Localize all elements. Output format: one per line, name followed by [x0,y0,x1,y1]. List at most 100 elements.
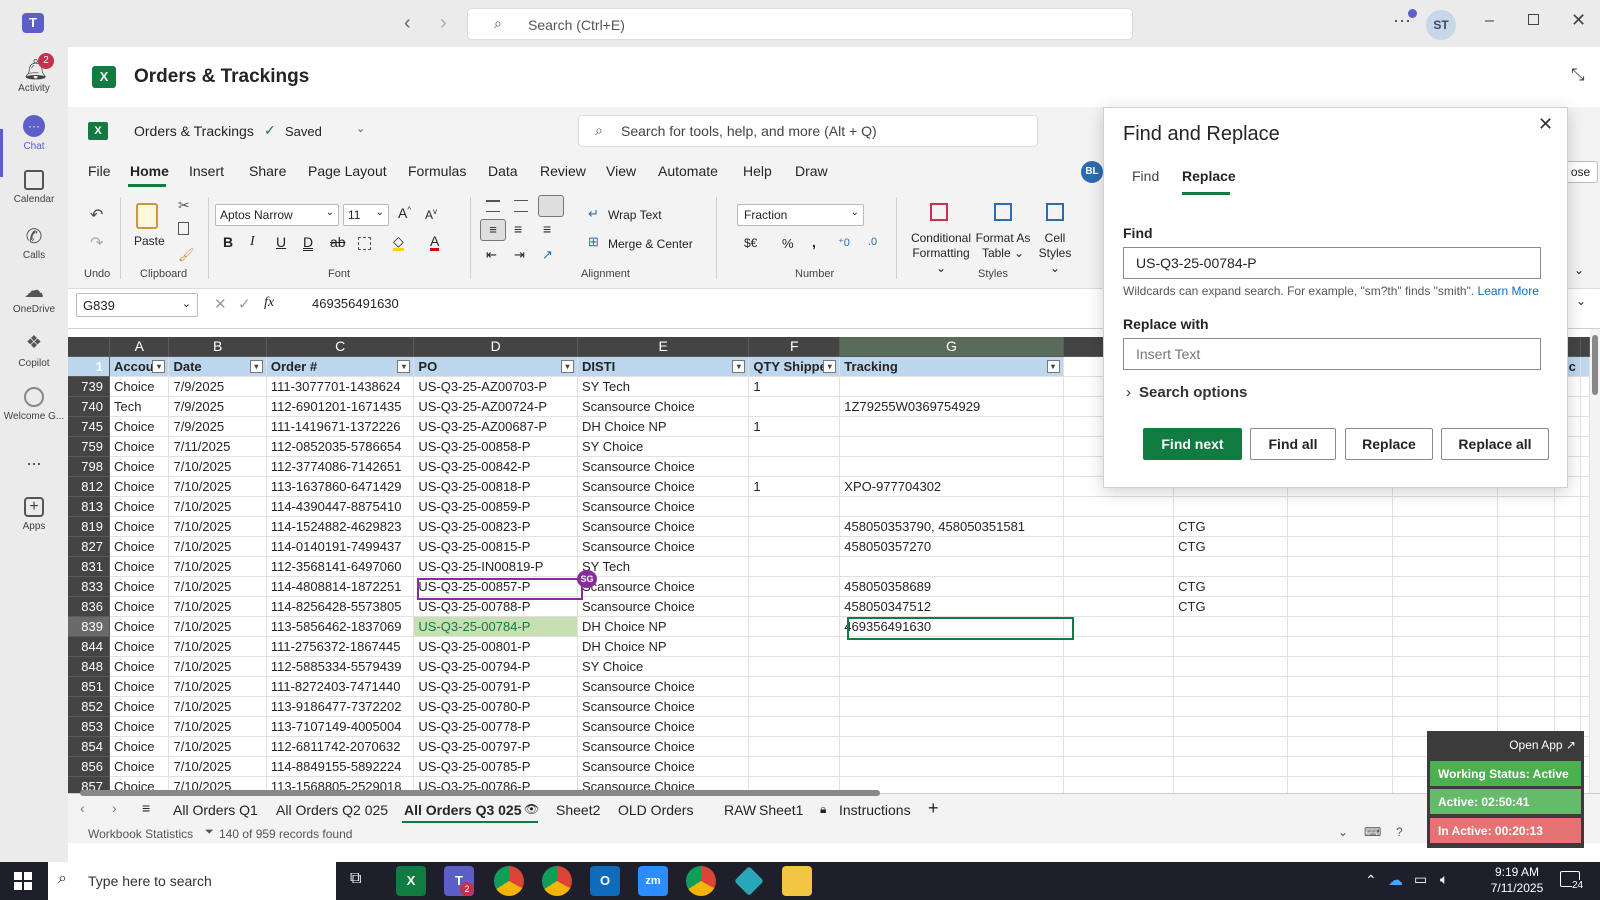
cell[interactable]: 1 [748,376,841,397]
sheet-tab-old-orders[interactable]: OLD Orders [618,802,693,818]
row-number[interactable]: 798 [68,456,110,477]
table-header-cell[interactable]: PO ▾ [413,356,579,377]
column-header[interactable]: C [266,337,415,357]
row-number[interactable]: 812 [68,476,110,497]
cell[interactable] [748,596,841,617]
file-explorer-icon[interactable] [782,866,812,896]
cell[interactable] [1392,556,1498,577]
cell[interactable]: 111-8272403-7471440 [266,676,415,697]
cell[interactable]: US-Q3-25-00778-P [413,716,579,737]
increase-indent-icon[interactable]: ⇥ [514,247,525,263]
cell[interactable]: 114-4808814-1872251 [266,576,415,597]
cancel-formula-icon[interactable]: ✕ [214,295,227,313]
cell[interactable] [1063,716,1175,737]
row-number[interactable]: 739 [68,376,110,397]
menu-insert[interactable]: Insert [189,163,224,179]
decrease-decimal-icon[interactable]: .0 [868,236,877,248]
redo-icon[interactable]: ↷ [90,233,103,253]
cell[interactable] [1392,616,1498,637]
cell[interactable] [748,396,841,417]
filter-dropdown-icon[interactable]: ▾ [732,359,746,373]
cell[interactable]: 1 [748,476,841,497]
cell[interactable]: 7/10/2025 [168,716,267,737]
row-number[interactable]: 856 [68,756,110,777]
row-number[interactable]: 852 [68,696,110,717]
menu-help[interactable]: Help [743,163,772,179]
outlook-icon[interactable]: O [590,866,620,896]
ribbon-expand-icon[interactable]: ⌄ [1574,263,1584,277]
volume-icon[interactable]: 🔈︎ [1440,871,1448,888]
forward-arrow-icon[interactable]: › [440,12,447,35]
align-right-icon[interactable]: ≡ [543,221,551,237]
find-all-button[interactable]: Find all [1250,428,1336,460]
chevron-down-icon[interactable]: ⌄ [356,122,365,135]
help-icon[interactable]: ? [1396,825,1403,839]
cell[interactable]: DH Choice NP [577,636,750,657]
cell[interactable] [1287,656,1393,677]
format-as-table-icon[interactable] [994,203,1012,221]
rail-onedrive[interactable]: ☁ OneDrive [0,278,68,315]
rail-apps[interactable]: + Apps [0,497,68,532]
cell[interactable] [1287,576,1393,597]
menu-home[interactable]: Home [130,163,169,179]
cell[interactable]: Choice [109,636,170,657]
menu-review[interactable]: Review [540,163,586,179]
sheet-tab-sheet1[interactable]: Sheet1 [759,802,803,818]
number-format-select[interactable]: Fraction ⌄ [737,204,864,226]
cell[interactable]: US-Q3-25-00823-P [413,516,579,537]
format-as-table-button[interactable]: Format As Table ⌄ [970,231,1036,261]
cell[interactable]: 112-6811742-2070632 [266,736,415,757]
strikethrough-icon[interactable]: ab [330,234,346,250]
cell[interactable]: Scansource Choice [577,516,750,537]
cell[interactable]: US-Q3-25-00818-P [413,476,579,497]
cell[interactable]: 7/10/2025 [168,756,267,777]
cell[interactable] [1554,496,1581,517]
cell[interactable]: Choice [109,676,170,697]
cell[interactable] [1173,616,1289,637]
cell[interactable]: SY Tech [577,556,750,577]
table-header-cell[interactable]: Order # ▾ [266,356,415,377]
cell[interactable] [1554,636,1581,657]
replace-button[interactable]: Replace [1345,428,1433,460]
merge-center-icon[interactable]: ⊞ [588,234,599,250]
wrap-text-icon[interactable]: ↵ [588,206,599,222]
cell[interactable]: DH Choice NP [577,416,750,437]
cell[interactable] [1287,776,1393,793]
tab-replace[interactable]: Replace [1182,168,1236,184]
table-header-cell[interactable]: Tracking ▾ [839,356,1064,377]
cell[interactable] [748,496,841,517]
learn-more-link[interactable]: Learn More [1478,284,1539,298]
hscroll-thumb[interactable] [80,790,880,796]
replace-input[interactable] [1123,338,1541,370]
confirm-formula-icon[interactable]: ✓ [238,295,251,313]
cell[interactable] [1063,736,1175,757]
chrome-alt-icon[interactable] [686,866,716,896]
task-view-icon[interactable]: ⧉ [350,870,361,888]
cell[interactable]: DH Choice NP [577,616,750,637]
cell[interactable]: CTG [1173,596,1289,617]
cell[interactable]: 7/10/2025 [168,696,267,717]
column-header[interactable]: F [748,337,841,357]
cell[interactable] [1173,676,1289,697]
cell[interactable] [1554,676,1581,697]
cell[interactable]: 112-5885334-5579439 [266,656,415,677]
formula-input[interactable]: 469356491630 [312,296,399,311]
cell[interactable]: Scansource Choice [577,456,750,477]
menu-file[interactable]: File [88,163,111,179]
table-header-cell[interactable]: QTY Shippec ▾ [748,356,841,377]
status-chevron-icon[interactable]: ⌄ [1338,825,1348,839]
select-all-corner[interactable] [68,337,110,357]
cell[interactable] [839,736,1064,757]
column-header[interactable]: G [839,337,1064,357]
filter-dropdown-icon[interactable]: ▾ [823,359,837,373]
cell[interactable]: US-Q3-25-00858-P [413,436,579,457]
cell[interactable] [1554,516,1581,537]
cell[interactable] [748,556,841,577]
cell[interactable]: 112-3774086-7142651 [266,456,415,477]
cell[interactable] [1063,536,1175,557]
cell[interactable]: 7/10/2025 [168,536,267,557]
cell[interactable]: US-Q3-25-00791-P [413,676,579,697]
table-header-cell[interactable]: DISTI ▾ [577,356,750,377]
conditional-formatting-button[interactable]: Conditional Formatting ⌄ [906,231,976,276]
align-bottom-icon[interactable] [538,195,564,217]
